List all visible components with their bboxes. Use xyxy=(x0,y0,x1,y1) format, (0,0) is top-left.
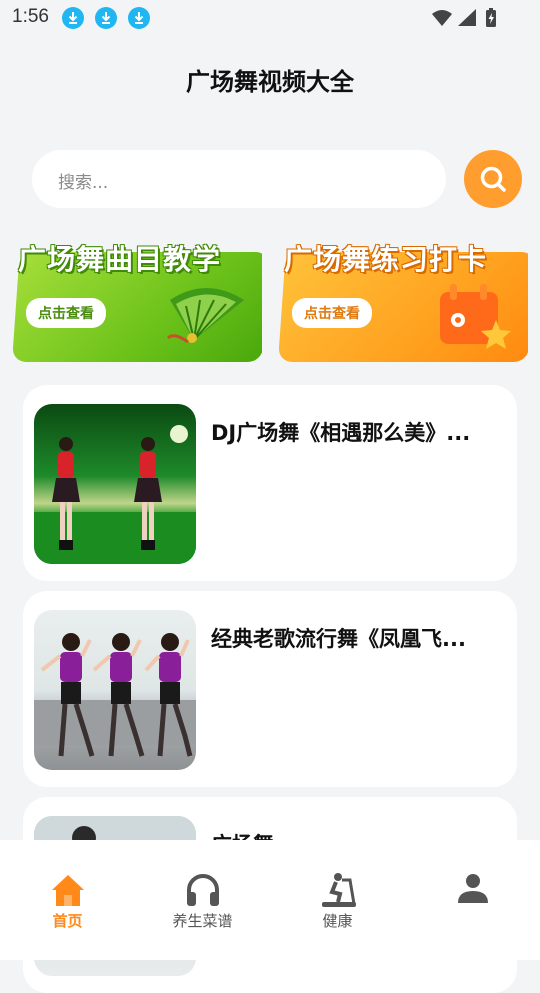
download-icon xyxy=(95,7,117,29)
video-card[interactable]: DJ广场舞《相遇那么美》... xyxy=(23,385,517,581)
treadmill-icon xyxy=(321,873,356,907)
home-icon xyxy=(51,875,84,906)
nav-label: 养生菜谱 xyxy=(172,912,233,930)
fan-icon xyxy=(166,288,244,344)
nav-item-profile[interactable] xyxy=(405,870,540,910)
status-icons xyxy=(430,7,510,29)
banner-cta-button[interactable]: 点击查看 xyxy=(292,298,372,328)
status-bar: 1:56 xyxy=(0,0,540,36)
wifi-icon xyxy=(432,10,452,26)
nav-label: 健康 xyxy=(322,912,353,930)
page-title: 广场舞视频大全 xyxy=(186,68,354,96)
banner-title: 广场舞练习打卡 xyxy=(284,243,488,276)
nav-item-recipes[interactable]: 养生菜谱 xyxy=(135,870,270,931)
bottom-nav: 首页 养生菜谱 健康 xyxy=(0,840,540,960)
battery-icon xyxy=(486,8,496,27)
dancers-image xyxy=(34,425,196,564)
nav-label: 首页 xyxy=(52,912,83,930)
profile-icon xyxy=(457,874,488,903)
video-card[interactable]: 经典老歌流行舞《凤凰飞... xyxy=(23,591,517,787)
cell-signal-icon xyxy=(458,9,476,26)
headphones-icon xyxy=(186,874,219,906)
banner-cta-button[interactable]: 点击查看 xyxy=(26,298,106,328)
banner-dance-tutorial[interactable]: 广场舞曲目教学 点击查看 xyxy=(12,238,262,362)
video-title: 经典老歌流行舞《凤凰飞... xyxy=(211,627,466,651)
search-icon xyxy=(480,166,506,192)
download-icon xyxy=(62,7,84,29)
nav-item-home[interactable]: 首页 xyxy=(0,870,135,931)
banner-title: 广场舞曲目教学 xyxy=(18,243,222,276)
search-placeholder: 搜索... xyxy=(58,173,109,193)
search-button[interactable] xyxy=(464,150,522,208)
download-icon xyxy=(128,7,150,29)
dancers-image xyxy=(34,633,196,757)
video-thumbnail[interactable] xyxy=(34,610,196,770)
video-title: DJ广场舞《相遇那么美》... xyxy=(211,421,471,445)
calendar-icon xyxy=(440,284,511,349)
search-input[interactable]: 搜索... xyxy=(32,150,446,208)
banner-practice-checkin[interactable]: 广场舞练习打卡 点击查看 xyxy=(278,238,528,362)
status-time: 1:56 xyxy=(12,6,49,27)
video-thumbnail[interactable] xyxy=(34,404,196,564)
nav-item-health[interactable]: 健康 xyxy=(270,870,405,931)
